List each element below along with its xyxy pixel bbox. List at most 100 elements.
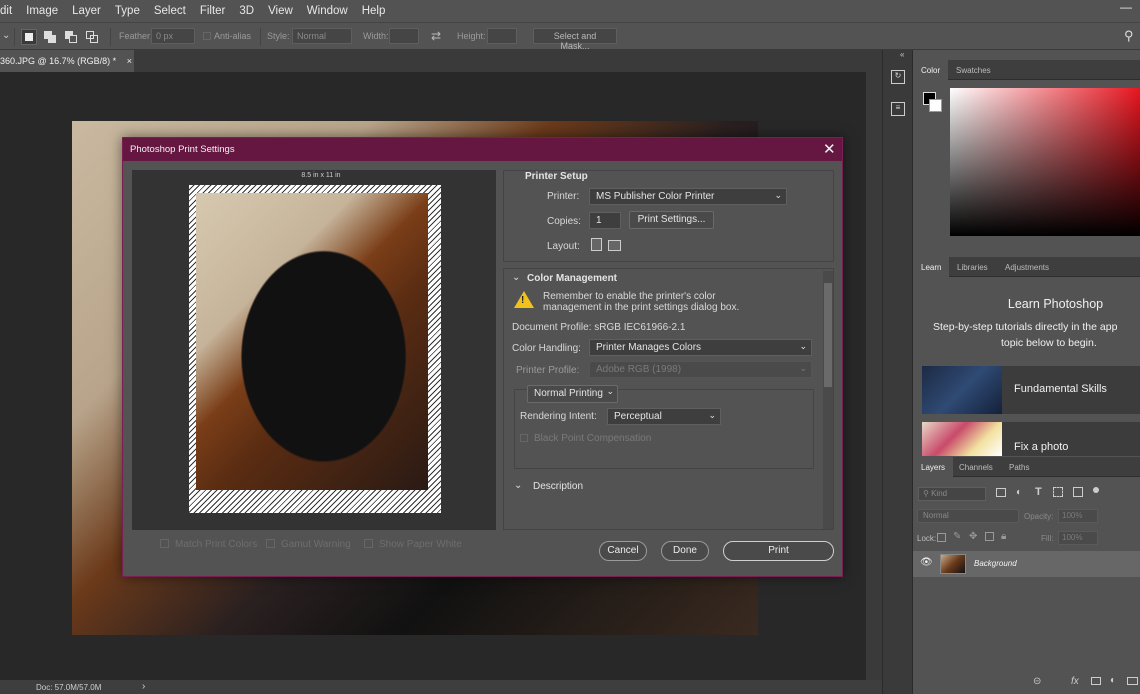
layer-kind-filter[interactable]: ⚲ Kind (918, 487, 986, 501)
antialias-checkbox[interactable] (203, 32, 211, 40)
menu-view[interactable]: View (261, 5, 300, 17)
black-point-checkbox[interactable] (520, 434, 528, 442)
filter-type-icon[interactable]: T (1035, 486, 1042, 498)
filter-adjustment-icon[interactable]: ◐ (1016, 487, 1022, 498)
lock-paint-icon[interactable]: ✎ (953, 531, 961, 542)
subtract-selection-icon[interactable] (63, 29, 79, 45)
layer-row-background[interactable]: 👁︎ Background (913, 551, 1140, 577)
feather-input[interactable]: 0 px (151, 28, 195, 44)
filter-shape-icon[interactable] (1053, 487, 1063, 497)
tab-adjustments[interactable]: Adjustments (997, 257, 1057, 277)
collapse-panels-icon[interactable]: « (900, 50, 904, 59)
filter-smart-object-icon[interactable] (1073, 487, 1083, 497)
layout-landscape-icon[interactable] (608, 240, 621, 251)
minimize-icon[interactable]: — (1112, 0, 1140, 22)
properties-icon[interactable]: ≡ (891, 102, 905, 116)
lock-artboard-icon[interactable] (985, 532, 994, 541)
lock-transparent-icon[interactable] (937, 533, 946, 542)
menu-image[interactable]: Image (19, 5, 65, 17)
add-mask-icon[interactable] (1091, 677, 1101, 685)
layer-name[interactable]: Background (974, 559, 1017, 568)
normal-printing-label: Normal Printing (534, 388, 603, 399)
history-icon[interactable]: ↻ (891, 70, 905, 84)
cancel-button[interactable]: Cancel (599, 541, 647, 561)
rendering-intent-select[interactable]: Perceptual ⌄ (607, 408, 721, 425)
layers-panel-tabs: Layers Channels Paths (913, 457, 1140, 477)
height-label: Height: (457, 31, 486, 41)
normal-printing-dropdown[interactable]: Normal Printing ⌄ (527, 385, 618, 403)
intersect-selection-icon[interactable] (84, 29, 100, 45)
learn-subtitle-1: Step-by-step tutorials directly in the a… (933, 321, 1118, 333)
print-button[interactable]: Print (723, 541, 834, 561)
add-selection-icon[interactable] (42, 29, 58, 45)
filter-toggle-icon[interactable] (1093, 487, 1099, 493)
tab-swatches[interactable]: Swatches (948, 60, 999, 80)
gamut-warning-checkbox[interactable]: Gamut Warning (266, 539, 351, 550)
feather-label: Feather: (119, 31, 153, 41)
swap-icon[interactable]: ⇄ (431, 29, 441, 43)
learn-card-fix-photo[interactable]: Fix a photo (922, 422, 1140, 456)
blend-mode-select[interactable]: Normal (917, 509, 1019, 523)
menu-type[interactable]: Type (108, 5, 147, 17)
menu-select[interactable]: Select (147, 5, 193, 17)
new-selection-icon[interactable] (21, 29, 37, 45)
menu-edit[interactable]: dit (0, 5, 19, 17)
tab-layers[interactable]: Layers (913, 457, 954, 477)
menu-filter[interactable]: Filter (193, 5, 233, 17)
lock-move-icon[interactable]: ✥ (969, 531, 977, 542)
style-select[interactable]: Normal (292, 28, 352, 44)
status-arrow-icon[interactable]: › (142, 681, 145, 692)
link-layers-icon[interactable]: ⊝ (1033, 676, 1041, 687)
printer-profile-chevron-down-icon: ⌄ (799, 363, 807, 373)
layer-visibility-eye-icon[interactable]: 👁︎ (920, 557, 933, 568)
document-tab-close-icon[interactable]: × (127, 56, 132, 66)
color-handling-label: Color Handling: (512, 343, 581, 354)
tab-learn[interactable]: Learn (913, 257, 950, 277)
printer-setup-heading: Printer Setup (525, 171, 588, 182)
new-group-icon[interactable] (1127, 677, 1138, 685)
search-icon[interactable]: ⚲ (1124, 28, 1134, 44)
layout-portrait-icon[interactable] (591, 238, 602, 251)
description-heading: Description (533, 481, 584, 492)
description-chevron-icon[interactable]: ⌄ (514, 480, 522, 491)
canvas-scrollbar[interactable] (866, 72, 882, 680)
learn-card-fundamental-skills[interactable]: Fundamental Skills (922, 366, 1140, 414)
menu-3d[interactable]: 3D (232, 5, 261, 17)
height-input[interactable] (487, 28, 517, 44)
match-print-colors-checkbox[interactable]: Match Print Colors (160, 539, 257, 550)
dialog-close-icon[interactable]: ✕ (823, 140, 836, 158)
color-management-scroll-thumb[interactable] (824, 283, 832, 387)
color-handling-select[interactable]: Printer Manages Colors ⌄ (589, 339, 812, 356)
print-settings-button[interactable]: Print Settings... (629, 211, 714, 229)
filter-pixel-icon[interactable] (996, 488, 1006, 497)
tab-paths[interactable]: Paths (1001, 457, 1037, 477)
opacity-input[interactable]: 100% (1058, 509, 1098, 523)
document-tab[interactable]: 360.JPG @ 16.7% (RGB/8) * × (0, 50, 134, 72)
background-color-swatch[interactable] (929, 99, 942, 112)
tab-channels[interactable]: Channels (951, 457, 1001, 477)
color-management-heading: Color Management (527, 273, 618, 284)
tool-dropdown-icon[interactable]: ⌄ (2, 30, 10, 41)
normal-printing-chevron-down-icon: ⌄ (606, 386, 614, 396)
menu-window[interactable]: Window (300, 5, 355, 17)
tab-libraries[interactable]: Libraries (949, 257, 996, 277)
menu-help[interactable]: Help (355, 5, 393, 17)
printer-value: MS Publisher Color Printer (596, 191, 715, 202)
lock-all-icon[interactable]: 🔒︎ (1001, 531, 1006, 542)
select-and-mask-button[interactable]: Select and Mask... (533, 28, 617, 51)
layer-style-fx-icon[interactable]: fx (1071, 676, 1079, 687)
color-management-chevron-icon[interactable]: ⌄ (512, 272, 520, 283)
fundamental-skills-thumbnail (922, 366, 1002, 414)
menu-layer[interactable]: Layer (65, 5, 108, 17)
printer-select[interactable]: MS Publisher Color Printer ⌄ (589, 188, 787, 205)
color-picker-field[interactable] (950, 88, 1140, 236)
copies-input[interactable]: 1 (589, 212, 621, 229)
adjustment-layer-icon[interactable]: ◐ (1110, 675, 1116, 686)
print-preview-image[interactable] (196, 193, 428, 490)
show-paper-white-checkbox[interactable]: Show Paper White (364, 539, 462, 550)
width-input[interactable] (389, 28, 419, 44)
tab-color[interactable]: Color (913, 60, 949, 80)
color-panel-tabs: Color Swatches (913, 60, 1140, 80)
done-button[interactable]: Done (661, 541, 709, 561)
fill-input[interactable]: 100% (1058, 531, 1098, 545)
